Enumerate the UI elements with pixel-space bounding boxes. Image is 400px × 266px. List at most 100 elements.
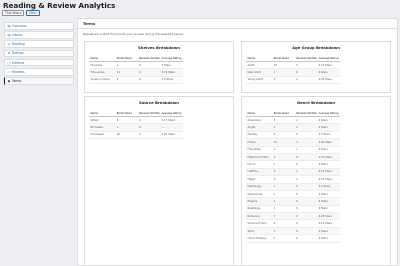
main-panel: Terms Results are pulled from books you'… bbox=[77, 18, 398, 266]
table-row: Urban Fantasy 1 0 4 Stars bbox=[246, 234, 340, 243]
filter-button[interactable]: Filter bbox=[26, 10, 40, 16]
table-cell: Angst bbox=[246, 123, 273, 132]
table-cell: 0 bbox=[294, 190, 318, 199]
table-cell: 4.13 Stars bbox=[317, 168, 340, 177]
section-description: Results are pulled from books you've rea… bbox=[83, 32, 184, 36]
table-cell: 0 bbox=[294, 227, 318, 236]
table-cell: 0 bbox=[137, 61, 161, 70]
table-cell: 1 bbox=[115, 123, 138, 132]
sidebar-item-overview[interactable]: ▤ Overview bbox=[4, 22, 74, 30]
sidebar-item-label: Library bbox=[12, 32, 23, 37]
sidebar-item-library[interactable]: ▥ Library bbox=[4, 31, 74, 39]
table-cell: 0 bbox=[137, 76, 161, 85]
table-cell: Fantasy bbox=[246, 131, 273, 140]
table-cell: 0 bbox=[294, 160, 318, 169]
sidebar-item-reading[interactable]: ◎ Reading bbox=[4, 40, 74, 48]
table-cell: 0 bbox=[294, 183, 318, 191]
age-group-card: Age Group Breakdown Name Books Read Review… bbox=[241, 41, 391, 93]
table-cell: 1 bbox=[272, 197, 295, 206]
table-cell: 1 bbox=[272, 227, 295, 236]
table-row: Adult 15 3 4.13 Stars bbox=[246, 61, 340, 70]
table-cell: 4 Stars bbox=[317, 68, 340, 77]
period-select[interactable]: This Year ▾ bbox=[2, 10, 24, 16]
table-cell: Urban Fantasy bbox=[246, 234, 273, 243]
table-cell: 1 bbox=[272, 160, 295, 169]
table-cell: 0 bbox=[137, 123, 161, 132]
table-cell: 4.5 Stars bbox=[317, 183, 340, 191]
table-cell: 1 bbox=[115, 61, 138, 70]
table-cell: Adult bbox=[246, 61, 273, 70]
table-row: Gifted 4 0 4.17 Stars bbox=[89, 116, 183, 125]
table-cell: 0 bbox=[294, 234, 318, 243]
sidebar-item-label: Overview bbox=[12, 23, 27, 28]
table-cell: 4.13 Stars bbox=[317, 219, 340, 228]
table-row: Young Adult 3 1 4.25 Stars bbox=[246, 76, 340, 85]
table-cell: 3.75 Stars bbox=[317, 175, 340, 184]
sidebar-item-terms[interactable]: ◆ Terms bbox=[4, 77, 74, 85]
sidebar-item-ratings[interactable]: ★ Ratings bbox=[4, 49, 74, 58]
table-row: Friendship 1 1 4 Stars bbox=[246, 146, 340, 154]
source-card: Source Breakdown Name Books Read Reviews W… bbox=[84, 96, 234, 266]
chevron-down-icon: ▾ bbox=[19, 11, 22, 15]
table-cell: 4 Stars bbox=[317, 160, 340, 169]
table-cell: Favorites bbox=[89, 61, 116, 70]
sidebar-item-editions[interactable]: ◫ Editions bbox=[4, 58, 74, 67]
table-row: Mythology 1 0 4.5 Stars bbox=[246, 183, 340, 191]
card-title: Genre Breakdown bbox=[296, 100, 336, 105]
card-title: Age Group Breakdown bbox=[292, 45, 340, 50]
table-cell: Purchased bbox=[89, 131, 116, 140]
table-cell: 4.25 Stars bbox=[317, 212, 340, 221]
shelves-card: Shelves Breakdown Name Books Read Reviews … bbox=[84, 41, 234, 93]
table-cell: 4 Stars bbox=[317, 234, 340, 243]
section-divider bbox=[78, 28, 397, 29]
card-title: Shelves Breakdown bbox=[138, 45, 180, 50]
table-cell: Time-sinks bbox=[89, 68, 116, 77]
sidebar-item-label: Reading bbox=[12, 42, 25, 47]
table-cell: — bbox=[160, 123, 183, 132]
table-cell: 0 bbox=[294, 68, 318, 77]
comment-icon: ▭ bbox=[7, 69, 11, 74]
table-cell: Romance bbox=[246, 212, 273, 221]
table-cell: Historical Fiction bbox=[246, 153, 273, 162]
table-row: Time-sinks 11 2 3.72 Stars bbox=[89, 68, 183, 77]
table-cell: 2 bbox=[115, 76, 138, 85]
table-cell: Magic bbox=[246, 175, 273, 184]
table-cell: 0 bbox=[294, 197, 318, 206]
section-title: Terms bbox=[83, 21, 96, 26]
shelves-table: Name Books Read Reviews Written Average Rat… bbox=[89, 55, 183, 85]
source-table: Name Books Read Reviews Written Average Rat… bbox=[89, 110, 183, 140]
sidebar-item-reviews[interactable]: ▭ Reviews bbox=[4, 67, 74, 76]
table-row: Favorites 1 0 5 Stars bbox=[89, 61, 183, 70]
table-cell: 4 Stars bbox=[317, 116, 340, 125]
table-cell: 4 bbox=[272, 219, 295, 228]
table-cell: 0 bbox=[137, 116, 161, 125]
table-row: New Adult 1 0 4 Stars bbox=[246, 68, 340, 77]
table-cell: 1 bbox=[294, 76, 318, 85]
table-cell: 1 bbox=[272, 146, 295, 154]
table-row: LGBTQ+ 5 1 4.13 Stars bbox=[246, 168, 340, 177]
table-row: Short 1 0 4 Stars bbox=[246, 227, 340, 236]
table-cell: 1 bbox=[272, 68, 295, 77]
table-cell: 1 bbox=[294, 168, 318, 177]
table-cell: 3 bbox=[294, 61, 318, 70]
period-select-value: This Year bbox=[5, 11, 20, 15]
table-cell: 0 bbox=[294, 153, 318, 162]
table-cell: 10 bbox=[115, 131, 138, 140]
table-row: Romance 7 2 4.25 Stars bbox=[246, 212, 340, 221]
table-cell: Adventure bbox=[246, 116, 273, 125]
table-cell: 2 bbox=[272, 153, 295, 162]
table-cell: 3.75 Stars bbox=[317, 153, 340, 162]
layers-icon: ◫ bbox=[7, 60, 11, 65]
table-cell: 1 bbox=[294, 123, 318, 132]
book-icon: ▥ bbox=[7, 32, 11, 37]
table-cell: New Adult bbox=[246, 68, 273, 77]
table-cell: 4.5 Stars bbox=[160, 76, 183, 85]
table-cell: Science Fiction bbox=[246, 219, 273, 228]
age-group-table: Name Books Read Reviews Written Average Rat… bbox=[246, 55, 340, 85]
table-cell: Retellings bbox=[246, 205, 273, 214]
table-row: Borrowed 1 0— bbox=[89, 123, 183, 132]
table-row: Historical Fiction 2 0 3.75 Stars bbox=[246, 153, 340, 162]
sidebar-item-label: Reviews bbox=[12, 69, 25, 74]
sidebar-item-label: Ratings bbox=[12, 51, 24, 56]
table-row: Science Fiction 4 0 4.13 Stars bbox=[246, 219, 340, 228]
